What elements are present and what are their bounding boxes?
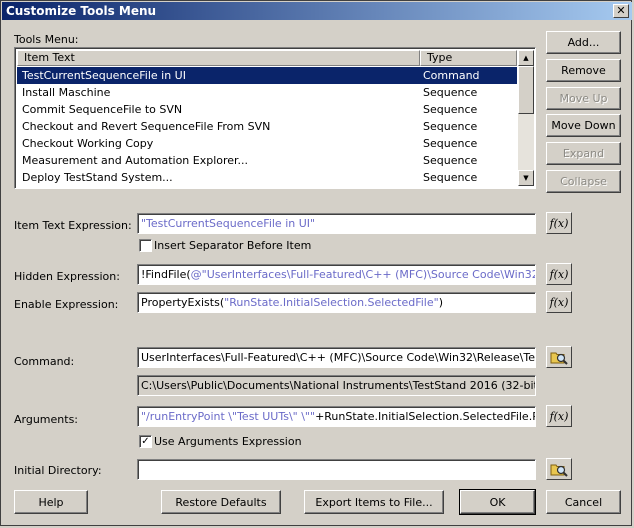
list-item-text: Checkout and Revert SequenceFile From SV… <box>22 120 271 133</box>
tools-menu-label: Tools Menu: <box>14 33 79 46</box>
enable-expression-field[interactable]: PropertyExists("RunState.InitialSelectio… <box>137 292 536 313</box>
browse-magnifier-icon <box>550 352 568 365</box>
expression-browse-icon[interactable]: f(x) <box>546 405 572 427</box>
enable-expression-fn: PropertyExists( <box>141 296 225 309</box>
enable-expression-label: Enable Expression: <box>14 298 119 311</box>
hidden-expression-value: !FindFile(@"UserInterfaces\Full-Featured… <box>141 268 535 281</box>
list-item-text: Deploy TestStand System... <box>22 171 173 184</box>
item-text-expression-value: "TestCurrentSequenceFile in UI" <box>141 217 316 230</box>
add-button[interactable]: Add... <box>546 31 621 54</box>
browse-magnifier-icon <box>550 464 568 477</box>
enable-expression-string: "RunState.InitialSelection.SelectedFile" <box>224 296 439 309</box>
window-title: Customize Tools Menu <box>6 4 157 18</box>
list-vertical-scrollbar[interactable]: ▲ ▼ <box>518 50 534 186</box>
folder-browse-icon[interactable] <box>546 458 572 480</box>
scroll-down-arrow-icon[interactable]: ▼ <box>518 170 534 186</box>
help-button[interactable]: Help <box>14 490 88 514</box>
remove-button[interactable]: Remove <box>546 59 621 82</box>
restore-defaults-button[interactable]: Restore Defaults <box>161 490 281 514</box>
list-item[interactable]: Checkout Working Copy Sequence <box>17 135 517 152</box>
list-item-type: Sequence <box>423 86 478 99</box>
customize-tools-menu-dialog: Customize Tools Menu ✕ Tools Menu: Item … <box>0 0 632 526</box>
scrollbar-thumb[interactable] <box>518 66 534 114</box>
column-header-type[interactable]: Type <box>420 50 517 66</box>
list-header: Item Text Type <box>17 50 517 66</box>
use-arguments-label: Use Arguments Expression <box>154 435 302 448</box>
initial-directory-field[interactable] <box>137 459 536 480</box>
item-text-expression-field[interactable]: "TestCurrentSequenceFile in UI" <box>137 213 536 234</box>
insert-separator-checkbox[interactable] <box>139 239 152 252</box>
item-text-expression-label: Item Text Expression: <box>14 219 132 232</box>
list-item-type: Sequence <box>423 120 478 133</box>
list-item-text: Checkout Working Copy <box>22 137 154 150</box>
list-item-text: Measurement and Automation Explorer... <box>22 154 249 167</box>
command-resolved-path: C:\Users\Public\Documents\National Instr… <box>137 375 536 396</box>
hidden-expression-string: @"UserInterfaces\Full-Featured\C++ (MFC)… <box>190 268 535 281</box>
tools-menu-list[interactable]: Item Text Type TestCurrentSequenceFile i… <box>14 47 536 189</box>
list-item-type: Sequence <box>423 103 478 116</box>
enable-expression-end: ) <box>438 296 443 309</box>
list-item[interactable]: Office Tools for Sequence Vi... Sequence <box>17 186 517 188</box>
arguments-label: Arguments: <box>14 413 79 426</box>
list-item[interactable]: Checkout and Revert SequenceFile From SV… <box>17 118 517 135</box>
close-icon[interactable]: ✕ <box>613 4 629 18</box>
list-item-text: TestCurrentSequenceFile in UI <box>22 69 186 82</box>
cancel-button[interactable]: Cancel <box>546 490 621 514</box>
scroll-up-arrow-icon[interactable]: ▲ <box>518 50 534 66</box>
arguments-expression: +RunState.InitialSelection.SelectedFile.… <box>315 410 536 423</box>
title-bar[interactable]: Customize Tools Menu ✕ <box>2 2 632 20</box>
initial-directory-label: Initial Directory: <box>14 464 102 477</box>
list-item[interactable]: Install Maschine Sequence <box>17 84 517 101</box>
arguments-field[interactable]: "/runEntryPoint \"Test UUTs\" \""+RunSta… <box>137 406 536 427</box>
arguments-value: "/runEntryPoint \"Test UUTs\" \""+RunSta… <box>141 410 536 423</box>
list-item-type: Sequence <box>423 137 478 150</box>
arguments-string: "/runEntryPoint \"Test UUTs\" \"" <box>141 410 316 423</box>
list-item[interactable]: Commit SequenceFile to SVN Sequence <box>17 101 517 118</box>
list-item[interactable]: TestCurrentSequenceFile in UI Command <box>17 67 517 84</box>
list-item-text: Install Maschine <box>22 86 111 99</box>
export-items-button[interactable]: Export Items to File... <box>304 490 444 514</box>
hidden-expression-fn: !FindFile( <box>141 268 191 281</box>
ok-button[interactable]: OK <box>459 489 536 515</box>
command-value: UserInterfaces\Full-Featured\C++ (MFC)\S… <box>141 351 536 364</box>
list-item[interactable]: Measurement and Automation Explorer... Se… <box>17 152 517 169</box>
move-down-button[interactable]: Move Down <box>546 114 621 137</box>
collapse-button[interactable]: Collapse <box>546 170 621 193</box>
list-item-text: Commit SequenceFile to SVN <box>22 103 183 116</box>
hidden-expression-label: Hidden Expression: <box>14 270 120 283</box>
list-item-text: Office Tools for Sequence Vi... <box>22 186 185 188</box>
list-item[interactable]: Deploy TestStand System... Sequence <box>17 169 517 186</box>
column-header-item-text[interactable]: Item Text <box>17 50 420 66</box>
command-label: Command: <box>14 355 75 368</box>
list-item-type: Sequence <box>423 186 477 188</box>
expand-button[interactable]: Expand <box>546 142 621 165</box>
expression-browse-icon[interactable]: f(x) <box>546 291 572 313</box>
move-up-button[interactable]: Move Up <box>546 87 621 110</box>
use-arguments-checkbox[interactable]: ✓ <box>139 435 152 448</box>
expression-browse-icon[interactable]: f(x) <box>546 263 572 285</box>
list-item-type: Sequence <box>423 154 478 167</box>
hidden-expression-field[interactable]: !FindFile(@"UserInterfaces\Full-Featured… <box>137 264 536 285</box>
list-item-type: Command <box>423 69 480 82</box>
enable-expression-value: PropertyExists("RunState.InitialSelectio… <box>141 296 443 309</box>
command-field[interactable]: UserInterfaces\Full-Featured\C++ (MFC)\S… <box>137 347 536 368</box>
command-resolved-value: C:\Users\Public\Documents\National Instr… <box>141 379 535 392</box>
insert-separator-label: Insert Separator Before Item <box>154 239 312 252</box>
list-item-type: Sequence <box>423 171 478 184</box>
folder-browse-icon[interactable] <box>546 346 572 368</box>
expression-browse-icon[interactable]: f(x) <box>546 212 572 234</box>
